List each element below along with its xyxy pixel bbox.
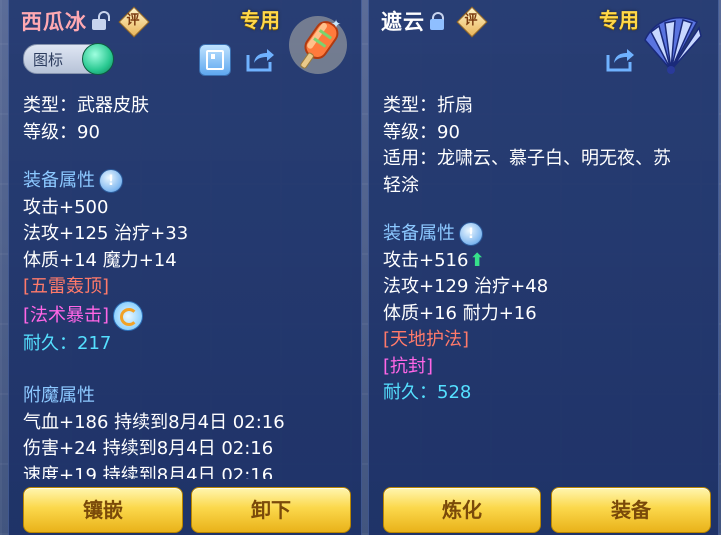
unequip-button[interactable]: 卸下: [191, 487, 351, 533]
attr-line: 法攻+129 治疗+48: [383, 276, 549, 297]
icon-toggle[interactable]: 图标: [23, 43, 114, 75]
info-icon[interactable]: !: [459, 222, 483, 247]
item-type: 类型：折扇: [383, 95, 473, 116]
inlay-button[interactable]: 镶嵌: [23, 487, 183, 533]
popsicle-icon: ✦: [287, 14, 349, 76]
attr-line: 体质+14 魔力+14: [23, 249, 177, 271]
enchant-line: 伤害+24 持续到8月4日 02:16: [23, 438, 274, 459]
lock-open-icon[interactable]: [91, 11, 110, 31]
toggle-knob: [82, 43, 114, 75]
refresh-icon[interactable]: [113, 300, 144, 331]
up-arrow-icon: ⬆: [469, 249, 485, 271]
attribute-heading: 装备属性 !: [383, 221, 671, 248]
attr-line: 攻击+516⬆: [383, 248, 671, 275]
svg-text:✦: ✦: [331, 17, 341, 31]
enchant-heading: 附魔属性: [23, 385, 95, 406]
attr-line: 体质+16 耐力+16: [383, 302, 537, 324]
special-skill: [五雷轰顶]: [23, 276, 110, 297]
share-icon[interactable]: [605, 44, 635, 74]
lock-icon[interactable]: [429, 11, 445, 31]
special-skill: [天地护法]: [383, 329, 470, 350]
exclusive-label: 专用: [240, 8, 280, 32]
icon-toggle-label: 图标: [33, 51, 64, 69]
selected-item-panel: 遮云 评 专用 类型：折扇 等级：90 适用：龙啸云、慕子白、明无夜、苏 轻涂: [368, 0, 719, 535]
share-icon[interactable]: [245, 44, 275, 74]
refine-button[interactable]: 炼化: [383, 487, 541, 533]
attribute-heading: 装备属性 !: [23, 168, 285, 195]
item-level: 等级：90: [23, 121, 100, 143]
item-title-row: 遮云 评: [381, 6, 488, 38]
durability: 耐久：528: [383, 382, 472, 403]
item-title-row: 西瓜冰 评: [21, 6, 150, 38]
attr-line: 攻击+500: [23, 196, 109, 218]
enchant-line: 速度+19 持续到8月4日 02:16: [23, 464, 274, 479]
info-icon[interactable]: !: [99, 169, 123, 194]
exclusive-label: 专用: [599, 8, 639, 32]
special-effect: [法术暴击]: [23, 300, 285, 331]
special-effect: [抗封]: [383, 355, 434, 377]
usable-classes: 适用：龙啸云、慕子白、明无夜、苏: [383, 148, 671, 169]
item-level: 等级：90: [383, 121, 460, 143]
equip-button[interactable]: 装备: [551, 487, 711, 533]
item-name: 遮云: [381, 10, 425, 34]
usable-classes-cont: 轻涂: [383, 174, 419, 196]
item-info: 类型：折扇 等级：90 适用：龙啸云、慕子白、明无夜、苏 轻涂 装备属性 ! 攻…: [383, 93, 671, 407]
item-name: 西瓜冰: [21, 10, 87, 34]
durability: 耐久：217: [23, 332, 112, 354]
rate-badge[interactable]: 评: [456, 6, 488, 38]
enchant-line: 气血+186 持续到8月4日 02:16: [23, 411, 285, 433]
item-info: 类型：武器皮肤 等级：90 装备属性 ! 攻击+500 法攻+125 治疗+33…: [23, 93, 285, 479]
equipped-item-panel: 西瓜冰 评 专用 ✦ 图标 类型：武器皮肤 等级：90 装备属性 ! 攻击+50…: [8, 0, 362, 535]
item-type: 类型：武器皮肤: [23, 95, 149, 116]
rate-badge[interactable]: 评: [118, 6, 150, 38]
save-icon[interactable]: [199, 44, 231, 76]
folding-fan-icon: [641, 14, 705, 78]
attr-line: 法攻+125 治疗+33: [23, 223, 189, 244]
